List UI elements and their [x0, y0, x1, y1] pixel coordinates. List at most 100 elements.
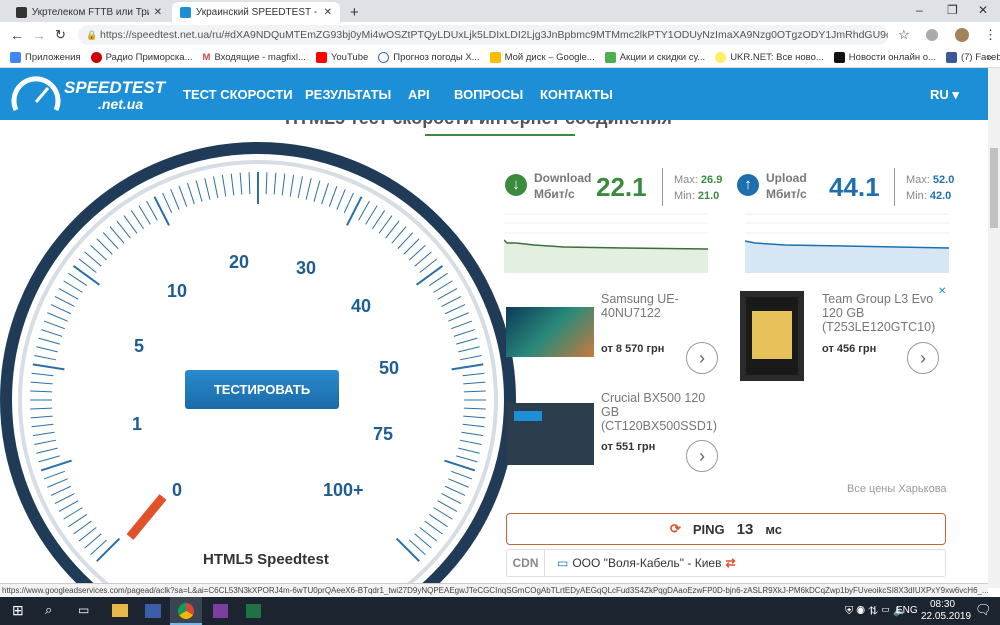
bookmark-apps[interactable]: Приложения	[10, 52, 81, 63]
lock-icon: 🔒	[86, 30, 98, 40]
gauge-label: 0	[172, 480, 183, 500]
bookmark-drive[interactable]: Мой диск – Google...	[489, 52, 595, 63]
app-icon[interactable]	[145, 604, 161, 618]
divider	[894, 168, 895, 206]
chevron-right-icon[interactable]: ›	[686, 342, 718, 374]
excel-icon[interactable]	[246, 604, 261, 618]
youtube-icon	[315, 52, 327, 63]
avatar[interactable]	[955, 28, 969, 42]
back-icon[interactable]: ←	[10, 27, 24, 43]
bookmark-weather[interactable]: Прогноз погоды Х...	[378, 52, 480, 63]
change-server-icon[interactable]: ⇄	[725, 556, 735, 570]
save-app-icon[interactable]	[213, 604, 228, 618]
forward-icon[interactable]: →	[32, 27, 46, 43]
download-value: 22.1	[596, 172, 647, 202]
speed-gauge	[0, 142, 516, 583]
cdn-box: CDN ▭ ООО "Воля-Кабель" - Киев ⇄	[506, 549, 946, 577]
close-tab-icon[interactable]: ✕	[154, 7, 162, 18]
product-name[interactable]: Team Group L3 Evo 120 GB (T253LE120GTC10…	[822, 292, 942, 334]
file-explorer-icon[interactable]	[112, 604, 128, 617]
tv-product-image[interactable]	[506, 307, 594, 357]
reload-icon[interactable]: ↻	[55, 27, 66, 43]
bookmark-gmail[interactable]: M Входящие - magfixl...	[203, 52, 306, 63]
deals-icon	[604, 52, 616, 63]
nav-faq[interactable]: ВОПРОСЫ	[454, 87, 523, 102]
ukrnet-icon	[715, 52, 727, 63]
bookmark-ukrnet[interactable]: UKR.NET: Все ново...	[715, 52, 824, 63]
address-bar: ← → ↻ 🔒 https://speedtest.net.ua/ru/#dXA9…	[0, 22, 1000, 48]
crucial-product-image[interactable]	[506, 403, 594, 465]
gmail-icon: M	[202, 52, 211, 63]
download-arrow-icon: ↓	[505, 174, 527, 196]
favicon-icon	[180, 6, 191, 18]
site-nav: SPEEDTEST .net.ua ТЕСТ СКОРОСТИ РЕЗУЛЬТА…	[0, 68, 988, 120]
server-icon: ▭	[557, 556, 569, 570]
star-icon[interactable]: ☆	[898, 27, 910, 43]
bookmark-youtube[interactable]: YouTube	[315, 52, 368, 63]
facebook-icon	[945, 52, 957, 63]
nav-speed-test[interactable]: ТЕСТ СКОРОСТИ	[183, 87, 293, 102]
bookmarks-bar: Приложения Радио Приморска... M Входящие …	[0, 48, 1000, 68]
search-icon[interactable]: ⌕	[45, 602, 52, 618]
divider	[662, 168, 663, 206]
language-select[interactable]: RU ▾	[930, 87, 959, 103]
gauge-label: 10	[167, 281, 188, 301]
start-test-button[interactable]: ТЕСТИРОВАТЬ	[185, 370, 339, 409]
chevron-right-icon[interactable]: ›	[686, 440, 718, 472]
notifications-icon[interactable]: 🗨	[975, 602, 992, 618]
product-name[interactable]: Samsung UE-40NU7122	[601, 292, 721, 320]
page-scrollbar[interactable]	[988, 68, 1000, 588]
close-tab-icon[interactable]: ✕	[324, 7, 332, 18]
favicon-icon	[16, 6, 27, 18]
refresh-icon[interactable]: ⟳	[670, 521, 681, 537]
taskbar: ⊞ ⌕ ▭ ⛨ ◉ ⇅ ▭ 🔈 ENG 08:30 22.05.2019 🗨	[0, 597, 1000, 625]
windows-start-icon[interactable]: ⊞	[12, 602, 24, 619]
tab-speedtest[interactable]: Украинский SPEEDTEST - Тест ск✕	[172, 2, 340, 22]
bookmark-radio[interactable]: Радио Приморска...	[90, 52, 193, 63]
restore-icon[interactable]: ❐	[947, 3, 958, 17]
download-graph	[504, 213, 708, 273]
menu-icon[interactable]: ⋮	[984, 27, 997, 43]
scrollbar-thumb[interactable]	[990, 148, 998, 228]
all-prices-link[interactable]: Все цены Харькова	[847, 483, 947, 495]
bookmark-deals[interactable]: Акции и скидки су...	[604, 52, 705, 63]
clock-time[interactable]: 08:30	[930, 599, 955, 610]
weather-icon	[378, 52, 390, 63]
url-input[interactable]: 🔒 https://speedtest.net.ua/ru/#dXA9NDQuMT…	[78, 25, 888, 45]
new-tab-button[interactable]: +	[342, 2, 367, 22]
upload-graph	[745, 213, 949, 273]
language-indicator[interactable]: ENG	[896, 605, 918, 616]
download-minmax: Max: 26.9 Min: 21.0	[674, 174, 723, 202]
tab-ukrtelecom[interactable]: Укртелеком FTTB или Триолан✕	[8, 2, 170, 22]
adchoices-icon[interactable]: ✕	[938, 286, 946, 297]
clock-date[interactable]: 22.05.2019	[921, 611, 971, 622]
gauge-caption: HTML5 Speedtest	[203, 551, 329, 568]
news-icon	[833, 52, 845, 63]
task-view-icon[interactable]: ▭	[78, 603, 89, 617]
status-bar-url: https://www.googleadservices.com/pagead/…	[0, 583, 988, 597]
bookmark-news[interactable]: Новости онлайн о...	[833, 52, 936, 63]
gauge-label: 75	[373, 424, 394, 444]
gauge-label: 100+	[323, 480, 364, 500]
nav-results[interactable]: РЕЗУЛЬТАТЫ	[305, 87, 391, 102]
minimize-icon[interactable]: –	[916, 3, 923, 17]
ping-box: ⟳ PING 13 мс	[506, 513, 946, 545]
gauge-label: 20	[229, 252, 250, 272]
product-name[interactable]: Crucial BX500 120 GB (CT120BX500SSD1)	[601, 391, 721, 433]
product-price: от 551 грн	[601, 441, 656, 453]
gauge-label: 5	[134, 336, 145, 356]
heading-underline	[425, 134, 575, 136]
extension-icon[interactable]	[926, 29, 938, 41]
nav-contacts[interactable]: КОНТАКТЫ	[540, 87, 613, 102]
speedometer-logo-icon	[11, 76, 61, 112]
apps-icon	[10, 52, 21, 63]
ssd-product-image[interactable]	[740, 291, 804, 381]
tab-bar: Укртелеком FTTB или Триолан✕ Украинский …	[0, 0, 1000, 22]
chrome-taskbar-button[interactable]	[170, 597, 202, 625]
close-window-icon[interactable]: ✕	[978, 3, 988, 17]
chevron-right-icon[interactable]: ›	[907, 342, 939, 374]
product-price: от 456 грн	[822, 343, 877, 355]
more-bookmarks-icon[interactable]: »	[987, 52, 992, 63]
nav-api[interactable]: API	[408, 87, 430, 102]
gauge-label: 30	[296, 258, 317, 278]
